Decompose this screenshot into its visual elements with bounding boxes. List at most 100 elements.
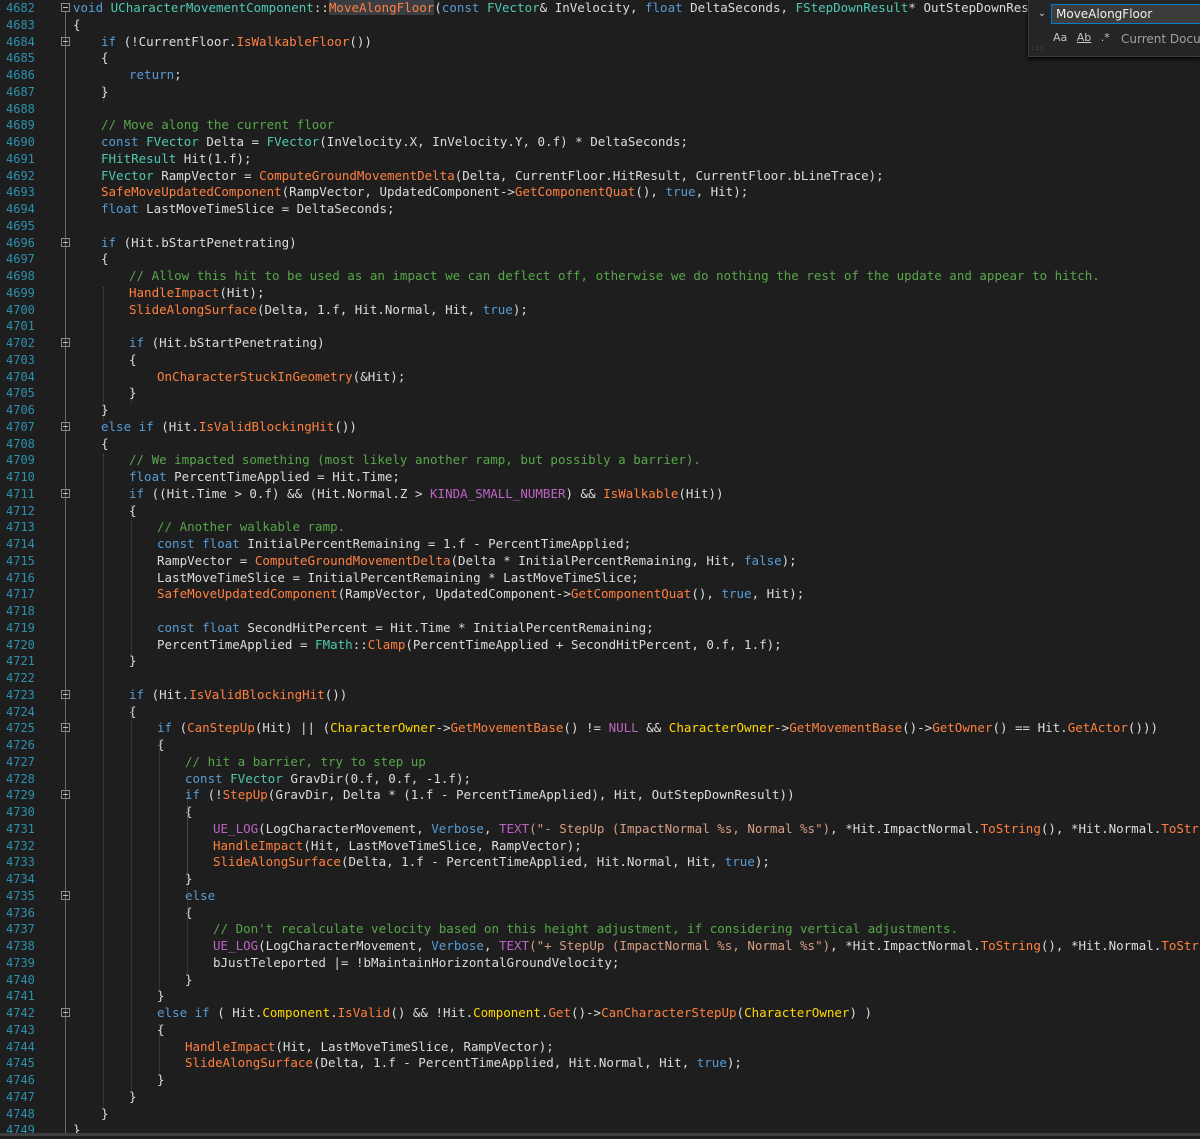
code-text: if (Hit.bStartPenetrating) xyxy=(129,335,325,352)
code-line[interactable]: 4699 HandleImpact(Hit); xyxy=(0,285,1200,302)
code-line[interactable]: 4712{ xyxy=(0,503,1200,520)
code-line[interactable]: 4694 float LastMoveTimeSlice = DeltaSecon… xyxy=(0,201,1200,218)
code-line[interactable]: 4743{ xyxy=(0,1022,1200,1039)
collapse-icon[interactable] xyxy=(61,890,70,900)
code-line[interactable]: 4727 // hit a barrier, try to step up xyxy=(0,754,1200,771)
code-line[interactable]: 4697 { xyxy=(0,251,1200,268)
code-line[interactable]: 4725 if (CanStepUp(Hit) || (CharacterOwne… xyxy=(0,720,1200,737)
code-line[interactable]: 4706} xyxy=(0,402,1200,419)
code-line[interactable]: 4746} xyxy=(0,1072,1200,1089)
code-token: DeltaSeconds, xyxy=(690,0,796,15)
code-line[interactable]: 4719 const float SecondHitPercent = Hit.T… xyxy=(0,620,1200,637)
collapse-icon[interactable] xyxy=(61,790,70,800)
code-line[interactable]: 4717 SafeMoveUpdatedComponent(RampVector,… xyxy=(0,586,1200,603)
code-line[interactable]: 4730{ xyxy=(0,804,1200,821)
code-line[interactable]: 4692 FVector RampVector = ComputeGroundMo… xyxy=(0,168,1200,185)
code-line[interactable]: 4740} xyxy=(0,972,1200,989)
code-line[interactable]: 4700 SlideAlongSurface(Delta, 1.f, Hit.No… xyxy=(0,302,1200,319)
code-line[interactable]: 4742 else if ( Hit.Component.IsValid() &&… xyxy=(0,1005,1200,1022)
code-line[interactable]: 4695 xyxy=(0,218,1200,235)
resize-grip-icon[interactable]: ::: xyxy=(1031,44,1044,52)
code-token: Clamp xyxy=(367,636,406,652)
code-line[interactable]: 4701 xyxy=(0,318,1200,335)
code-line[interactable]: 4702 if (Hit.bStartPenetrating) xyxy=(0,335,1200,352)
code-token: (GravDir, Delta * (1.f - PercentTimeAppl… xyxy=(267,787,795,803)
search-scope[interactable]: Current Document xyxy=(1121,32,1200,46)
code-token: (Delta, CurrentFloor.HitResult, CurrentF… xyxy=(454,167,884,183)
code-editor[interactable]: 4682 void UCharacterMovementComponent::Mo… xyxy=(0,0,1200,1139)
code-line[interactable]: 4734} xyxy=(0,871,1200,888)
code-token: CharacterOwner xyxy=(330,720,436,736)
code-line[interactable]: 4736{ xyxy=(0,905,1200,922)
code-line[interactable]: 4689 // Move along the current floor xyxy=(0,117,1200,134)
code-line[interactable]: 4747} xyxy=(0,1089,1200,1106)
collapse-icon[interactable] xyxy=(61,36,70,46)
code-line[interactable]: 4685 { xyxy=(0,50,1200,67)
code-line[interactable]: 4686 return; xyxy=(0,67,1200,84)
code-line[interactable]: 4709 // We impacted something (most likel… xyxy=(0,452,1200,469)
code-line[interactable]: 4691 FHitResult Hit(1.f); xyxy=(0,151,1200,168)
code-line[interactable]: 4721} xyxy=(0,653,1200,670)
code-line[interactable]: 4710 float PercentTimeApplied = Hit.Time; xyxy=(0,469,1200,486)
collapse-icon[interactable] xyxy=(61,488,70,498)
code-line[interactable]: 4735 else xyxy=(0,888,1200,905)
code-line[interactable]: 4729 if (!StepUp(GravDir, Delta * (1.f - … xyxy=(0,787,1200,804)
search-input[interactable]: MoveAlongFloor xyxy=(1051,4,1200,24)
regex-icon[interactable]: .* xyxy=(1101,31,1110,44)
code-line[interactable]: 4714 const float InitialPercentRemaining … xyxy=(0,536,1200,553)
code-line[interactable]: 4703 { xyxy=(0,352,1200,369)
code-line[interactable]: 4707 else if (Hit.IsValidBlockingHit()) xyxy=(0,419,1200,436)
code-line[interactable]: 4744 HandleImpact(Hit, LastMoveTimeSlice,… xyxy=(0,1039,1200,1056)
collapse-icon[interactable] xyxy=(61,1008,70,1017)
code-line[interactable]: 4733 SlideAlongSurface(Delta, 1.f - Perce… xyxy=(0,854,1200,871)
code-token: true xyxy=(482,301,513,317)
code-line[interactable]: 4739 bJustTeleported |= !bMaintainHorizon… xyxy=(0,955,1200,972)
collapse-icon[interactable] xyxy=(61,421,70,431)
code-line[interactable]: 4723 if (Hit.IsValidBlockingHit()) xyxy=(0,687,1200,704)
code-line[interactable]: 4731 UE_LOG(LogCharacterMovement, Verbose… xyxy=(0,821,1200,838)
code-line[interactable]: 4724{ xyxy=(0,704,1200,721)
code-line[interactable]: 4720 PercentTimeApplied = FMath::Clamp(Pe… xyxy=(0,637,1200,654)
code-line[interactable]: 4696 if (Hit.bStartPenetrating) xyxy=(0,235,1200,252)
code-token: ())) xyxy=(1127,720,1159,736)
code-line[interactable]: 4705} xyxy=(0,385,1200,402)
chevron-down-icon[interactable]: ⌄ xyxy=(1035,6,1049,22)
code-line[interactable]: 4726{ xyxy=(0,737,1200,754)
code-line[interactable]: 4698 // Allow this hit to be used as an i… xyxy=(0,268,1200,285)
code-line[interactable]: 4737 // Don't recalculate velocity based … xyxy=(0,921,1200,938)
code-line[interactable]: 4688 xyxy=(0,101,1200,118)
code-line[interactable]: 4749} xyxy=(0,1122,1200,1139)
code-line[interactable]: 4684 if (!CurrentFloor.IsWalkableFloor()) xyxy=(0,34,1200,51)
code-token: float xyxy=(101,201,147,216)
code-token: void xyxy=(73,0,111,15)
code-line[interactable]: 4715 RampVector = ComputeGroundMovementDe… xyxy=(0,553,1200,570)
code-token: (Hit. xyxy=(151,686,190,702)
code-token: bJustTeleported |= !bMaintainHorizontalG… xyxy=(213,954,620,970)
code-line[interactable]: 4728 const FVector GravDir(0.f, 0.f, -1.f… xyxy=(0,771,1200,788)
code-line[interactable]: 4682 void UCharacterMovementComponent::Mo… xyxy=(0,0,1200,17)
code-line[interactable]: 4711 if ((Hit.Time > 0.f) && (Hit.Normal.… xyxy=(0,486,1200,503)
code-line[interactable]: 4708 { xyxy=(0,436,1200,453)
code-line[interactable]: 4722 xyxy=(0,670,1200,687)
collapse-icon[interactable] xyxy=(61,3,70,12)
code-line[interactable]: 4693 SafeMoveUpdatedComponent(RampVector,… xyxy=(0,184,1200,201)
collapse-icon[interactable] xyxy=(61,237,70,247)
code-line[interactable]: 4732 HandleImpact(Hit, LastMoveTimeSlice,… xyxy=(0,838,1200,855)
collapse-icon[interactable] xyxy=(61,689,70,699)
code-line[interactable]: 4738 UE_LOG(LogCharacterMovement, Verbose… xyxy=(0,938,1200,955)
code-line[interactable]: 4745 SlideAlongSurface(Delta, 1.f - Perce… xyxy=(0,1055,1200,1072)
code-text: } xyxy=(129,653,137,670)
code-line[interactable]: 4716 LastMoveTimeSlice = InitialPercentRe… xyxy=(0,570,1200,587)
code-line[interactable]: 4748} xyxy=(0,1106,1200,1123)
code-line[interactable]: 4741} xyxy=(0,988,1200,1005)
collapse-icon[interactable] xyxy=(61,723,70,733)
collapse-icon[interactable] xyxy=(61,338,70,347)
code-line[interactable]: 4687} xyxy=(0,84,1200,101)
code-line[interactable]: 4704 OnCharacterStuckInGeometry(&Hit); xyxy=(0,369,1200,386)
match-case-icon[interactable]: Aa xyxy=(1053,31,1067,44)
code-line[interactable]: 4690 const FVector Delta = FVector(InVelo… xyxy=(0,134,1200,151)
whole-word-icon[interactable]: Ab xyxy=(1077,31,1092,44)
code-line[interactable]: 4683 { xyxy=(0,17,1200,34)
code-line[interactable]: 4718 xyxy=(0,603,1200,620)
code-line[interactable]: 4713 // Another walkable ramp. xyxy=(0,519,1200,536)
